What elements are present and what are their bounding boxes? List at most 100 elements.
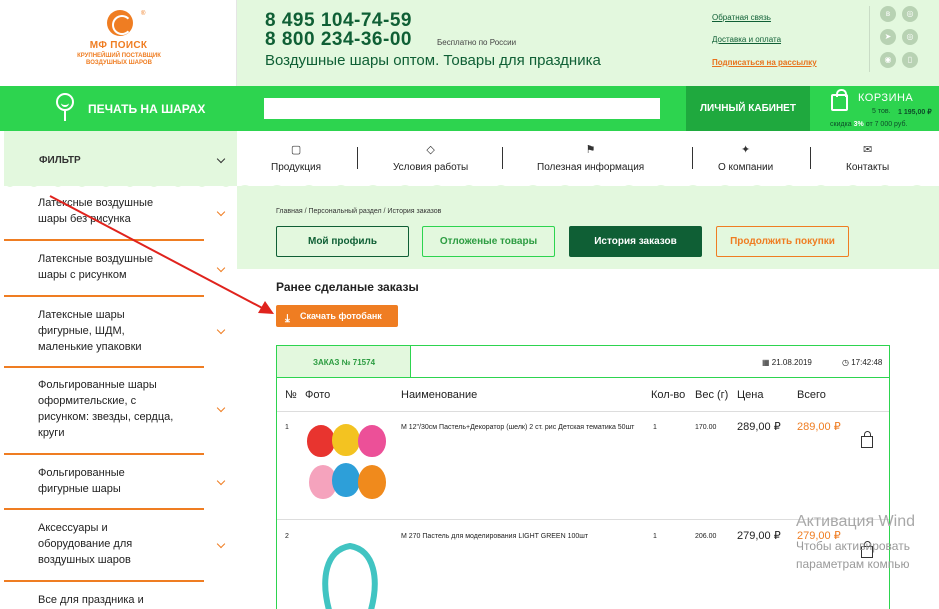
chevron-down-icon: [216, 325, 226, 335]
activation-watermark-line: Чтобы активировать: [796, 539, 910, 553]
continue-shopping-button[interactable]: Продолжить покупки: [716, 226, 849, 257]
chevron-down-icon: [216, 154, 226, 164]
envelope-icon: ✉: [862, 144, 873, 156]
chevron-down-icon: [216, 403, 226, 413]
chevron-down-icon: [216, 263, 226, 273]
top-nav: ▢ Продукция ◇ Условия работы ⚑ Полезная …: [237, 131, 939, 186]
nav-products[interactable]: ▢ Продукция: [271, 143, 321, 173]
print-label: ПЕЧАТЬ НА ШАРАХ: [88, 102, 206, 116]
nav-label: Условия работы: [393, 162, 469, 173]
nav-useful-info[interactable]: ⚑ Полезная информация: [537, 143, 644, 173]
orders-title: Ранее сделаные заказы: [276, 280, 419, 294]
nav-label: О компании: [718, 162, 774, 173]
whatsapp-icon[interactable]: ◉: [880, 52, 896, 68]
download-label: Скачать фотобанк: [300, 311, 382, 321]
balloon-pink: [358, 425, 386, 457]
cart-discount-pre: скидка: [830, 121, 852, 128]
flag-icon: ⚑: [585, 144, 596, 156]
feedback-link[interactable]: Обратная связь: [712, 13, 771, 22]
viber-icon[interactable]: ◎: [902, 29, 918, 45]
sidebar-item-latex-figured[interactable]: Латексные шары фигурные, ШДМ, маленькие …: [4, 307, 226, 368]
main-bar: ПЕЧАТЬ НА ШАРАХ ЛИЧНЫЙ КАБИНЕТ КОРЗИНА 5…: [0, 86, 939, 131]
cart-discount-post: от 7 000 руб.: [865, 121, 908, 128]
box-icon: ▢: [290, 144, 302, 156]
download-photobank-button[interactable]: ⤓ Скачать фотобанк: [276, 305, 398, 327]
telegram-icon[interactable]: ➤: [880, 29, 896, 45]
clock-icon: ◷: [842, 358, 849, 367]
balloon-yellow: [332, 424, 360, 456]
product-qty: 1: [653, 424, 657, 431]
cart-count: 5 тов.: [872, 108, 891, 115]
filter-toggle[interactable]: ФИЛЬТР: [4, 131, 237, 187]
subscribe-link[interactable]: Подписаться на рассылку: [712, 58, 817, 67]
sidebar-item-foil-figured[interactable]: Фольгированные фигурные шары: [4, 465, 226, 510]
product-photo-modeling-balloon[interactable]: [315, 530, 385, 609]
column-header: Наименование: [401, 389, 478, 401]
chevron-down-icon: [216, 207, 226, 217]
sidebar-item-latex-print[interactable]: Латексные воздушные шары с рисунком: [4, 251, 226, 297]
cart-discount: скидка 3% от 7 000 руб.: [830, 121, 907, 128]
order-number: ЗАКАЗ № 71574: [312, 358, 376, 367]
tagline: Воздушные шары оптом. Товары для праздни…: [265, 52, 601, 69]
search-input[interactable]: [264, 98, 660, 119]
column-header: Кол-во: [651, 389, 686, 401]
column-header: Фото: [305, 389, 331, 401]
sidebar-item-foil-decor[interactable]: Фольгированные шары оформительские, с ри…: [4, 377, 226, 455]
column-header: Цена: [737, 389, 764, 401]
balloon-blue: [332, 463, 360, 497]
chevron-down-icon: [216, 476, 226, 486]
phone-free[interactable]: 8 800 234-36-00: [265, 29, 412, 51]
tab-my-profile[interactable]: Мой профиль: [276, 226, 409, 257]
nav-contacts[interactable]: ✉ Контакты: [846, 143, 889, 173]
product-price: 279,00 ₽: [737, 530, 781, 542]
logo-name: МФ ПОИСК: [89, 40, 148, 51]
logo-registered-mark: ®: [141, 11, 146, 17]
activation-watermark-title: Активация Wind: [796, 513, 915, 530]
product-name[interactable]: М 12"/30см Пастель+Декоратор (шелк) 2 ст…: [401, 423, 641, 433]
logo[interactable]: ® МФ ПОИСК КРУПНЕЙШИЙ ПОСТАВЩИК ВОЗДУШНЫ…: [0, 0, 237, 86]
balloon-orange: [358, 465, 386, 499]
cart-title: КОРЗИНА: [858, 92, 914, 104]
order-time-value: 17:42:48: [851, 358, 883, 367]
product-photo-balloons[interactable]: [305, 423, 391, 507]
sidebar-item-accessories[interactable]: Аксессуары и оборудование для воздушных …: [4, 520, 226, 582]
personal-cabinet-button[interactable]: ЛИЧНЫЙ КАБИНЕТ: [686, 86, 810, 131]
column-header: №: [285, 389, 297, 401]
instagram-icon[interactable]: ◎: [902, 6, 918, 22]
magic-wand-icon: ✦: [740, 144, 751, 156]
divider: [692, 147, 693, 169]
header-top: ® МФ ПОИСК КРУПНЕЙШИЙ ПОСТАВЩИК ВОЗДУШНЫ…: [0, 0, 939, 86]
sidebar-item-party[interactable]: Все для праздника и: [4, 592, 204, 609]
cart-bag-icon: [831, 89, 848, 111]
product-qty: 1: [653, 533, 657, 540]
cart-sum: 1 195,00 ₽: [898, 109, 932, 116]
delivery-link[interactable]: Доставка и оплата: [712, 35, 781, 44]
tab-deferred-items[interactable]: Отложеные товары: [422, 226, 555, 257]
sidebar-item-latex-plain[interactable]: Латексные воздушные шары без рисунка: [4, 195, 226, 241]
phone-note: Бесплатно по России: [437, 38, 517, 47]
divider: [810, 147, 811, 169]
row-number: 1: [285, 424, 289, 431]
calendar-icon: ▦: [762, 358, 770, 367]
vk-icon[interactable]: в: [880, 6, 896, 22]
product-name[interactable]: М 270 Пастель для моделирования LIGHT GR…: [401, 532, 641, 542]
nav-label: Продукция: [271, 162, 322, 173]
header-contacts: 8 495 104-74-59 8 800 234-36-00 Бесплатн…: [237, 0, 939, 86]
tab-order-history[interactable]: История заказов: [569, 226, 702, 257]
sidebar-item-label: Фольгированные фигурные шары: [38, 467, 125, 495]
cart-widget[interactable]: КОРЗИНА 5 тов. 1 195,00 ₽ скидка 3% от 7…: [821, 86, 939, 131]
breadcrumb[interactable]: Главная / Персональный раздел / История …: [276, 208, 441, 215]
add-to-cart-icon[interactable]: [861, 431, 873, 448]
order-header[interactable]: ЗАКАЗ № 71574 ▦ 21.08.2019 ◷ 17:42:48: [276, 345, 890, 378]
phone-icon[interactable]: ▯: [902, 52, 918, 68]
balloon-string: [64, 111, 66, 121]
nav-terms[interactable]: ◇ Условия работы: [393, 143, 468, 173]
order-items-table: № Фото Наименование Кол-во Вес (г) Цена …: [276, 377, 890, 609]
sidebar-item-label: Все для праздника и: [38, 594, 144, 606]
sidebar-item-label: Латексные воздушные шары с рисунком: [38, 253, 154, 281]
print-on-balloons-button[interactable]: ПЕЧАТЬ НА ШАРАХ: [0, 86, 237, 131]
download-icon: ⤓: [285, 313, 290, 325]
nav-about[interactable]: ✦ О компании: [718, 143, 773, 173]
product-price: 289,00 ₽: [737, 421, 781, 433]
filter-label: ФИЛЬТР: [39, 155, 81, 166]
